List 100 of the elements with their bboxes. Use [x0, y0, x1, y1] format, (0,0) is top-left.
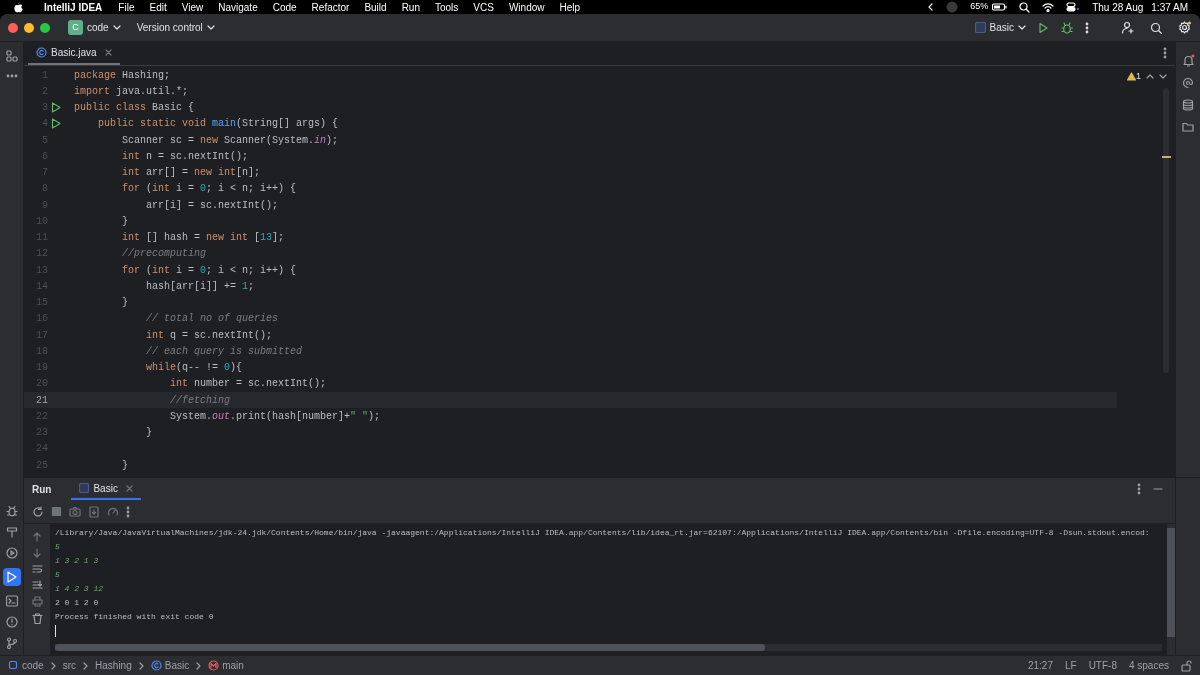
- breadcrumb[interactable]: src: [62, 658, 77, 673]
- menu-bar-time[interactable]: 1:37 AM: [1151, 0, 1188, 15]
- run-icon[interactable]: [1038, 21, 1049, 34]
- run-gutter-icon[interactable]: [51, 102, 61, 114]
- file-encoding[interactable]: UTF-8: [1088, 658, 1117, 673]
- code-line: public class Basic {: [74, 101, 195, 116]
- menu-item[interactable]: VCS: [473, 0, 494, 15]
- chevron-down-icon[interactable]: [1159, 73, 1167, 81]
- indent-setting[interactable]: 4 spaces: [1128, 658, 1169, 673]
- wifi-icon[interactable]: [1042, 2, 1055, 12]
- breadcrumb[interactable]: Hashing: [95, 658, 132, 673]
- console-line: 2 0 1 2 0: [55, 597, 100, 609]
- search-icon[interactable]: [1019, 1, 1031, 13]
- class-file-icon: [36, 47, 47, 58]
- code-line: for (int i = 0; i < n; i++) {: [121, 263, 297, 278]
- chevron-right-icon: [137, 661, 145, 670]
- menu-item[interactable]: Help: [559, 0, 581, 15]
- debug-icon[interactable]: [1061, 21, 1073, 34]
- services-icon[interactable]: [5, 547, 18, 559]
- database-icon[interactable]: [1182, 99, 1194, 111]
- run-config-selector[interactable]: Basic: [974, 20, 1026, 35]
- menu-item[interactable]: Tools: [435, 0, 459, 15]
- settings-icon[interactable]: [1178, 21, 1192, 34]
- arrow-up-icon[interactable]: [32, 532, 42, 542]
- soft-wrap-icon[interactable]: [31, 564, 43, 574]
- line-separator[interactable]: LF: [1064, 658, 1077, 673]
- chevron-down-icon: [206, 24, 215, 31]
- search-icon[interactable]: [1150, 21, 1162, 34]
- stop-icon[interactable]: [51, 506, 62, 517]
- run-tab[interactable]: Basic: [71, 478, 141, 500]
- vertical-scrollbar[interactable]: [1167, 528, 1175, 637]
- menu-item[interactable]: Window: [508, 0, 545, 15]
- menu-item[interactable]: Edit: [149, 0, 167, 15]
- more-vertical-icon[interactable]: [1137, 483, 1141, 495]
- problems-icon[interactable]: [5, 616, 18, 628]
- run-gutter-icon[interactable]: [51, 118, 61, 130]
- window-control[interactable]: [24, 22, 34, 33]
- vcs-selector[interactable]: Version control: [136, 20, 215, 35]
- camera-icon[interactable]: [69, 505, 81, 518]
- warning-icon: [1127, 72, 1136, 82]
- ai-assistant-icon[interactable]: [1182, 77, 1194, 89]
- notifications-icon[interactable]: [1181, 54, 1195, 67]
- scrollbar[interactable]: [1163, 87, 1169, 373]
- menu-item[interactable]: File: [118, 0, 135, 15]
- add-user-icon[interactable]: [1121, 21, 1134, 34]
- menu-bar-date[interactable]: Thu 28 Aug: [1092, 0, 1144, 15]
- editor-tab[interactable]: Basic.java: [28, 42, 120, 65]
- breadcrumb[interactable]: code: [8, 658, 44, 673]
- window-control[interactable]: [40, 22, 50, 33]
- close-icon[interactable]: [104, 49, 112, 56]
- project-selector[interactable]: code: [87, 20, 121, 35]
- export-icon[interactable]: [88, 505, 100, 518]
- more-vertical-icon[interactable]: [1085, 21, 1089, 34]
- code-line: int [] hash = new int [13];: [121, 231, 285, 246]
- trash-icon[interactable]: [31, 613, 43, 624]
- rerun-icon[interactable]: [32, 505, 44, 518]
- code-line: arr[i] = sc.nextInt();: [145, 198, 279, 213]
- horizontal-scrollbar[interactable]: [55, 644, 1162, 651]
- menu-item[interactable]: Build: [364, 0, 387, 15]
- caret-position-marker: [1161, 155, 1171, 158]
- code-line: //fetching: [169, 393, 231, 408]
- code-line: import java.util.*;: [74, 84, 189, 99]
- breadcrumb[interactable]: main: [208, 658, 244, 673]
- more-vertical-icon[interactable]: [126, 505, 130, 518]
- folder-icon[interactable]: [1182, 121, 1194, 133]
- scroll-to-end-icon[interactable]: [31, 580, 43, 590]
- control-center-icon[interactable]: [1066, 2, 1081, 12]
- chevron-up-icon[interactable]: [1146, 73, 1154, 81]
- terminal-icon[interactable]: [5, 595, 18, 607]
- code-line: }: [121, 296, 128, 311]
- bug-icon[interactable]: [5, 505, 18, 517]
- breadcrumb[interactable]: Basic: [150, 658, 190, 673]
- warning-count[interactable]: 1: [1127, 70, 1141, 84]
- window-control[interactable]: [8, 22, 18, 33]
- code-line: package Hashing;: [74, 68, 171, 83]
- menu-item[interactable]: Code: [272, 0, 297, 15]
- profiler-icon[interactable]: [107, 505, 119, 518]
- hammer-icon[interactable]: [5, 526, 18, 538]
- unlock-icon[interactable]: [1181, 659, 1192, 672]
- git-branch-icon[interactable]: [5, 637, 18, 649]
- console-line: /Library/Java/JavaVirtualMachines/jdk-24.jdk/Contents/Home/bin/java -javaagent:/Applications/IntelliJ IDEA.app/Contents/lib/idea_rt.jar=62107:/Applications/IntelliJ IDEA.app/Contents/bin -Dfile.encoding=UTF-8 -Dsun.stdout.encod:: [55, 527, 1151, 539]
- run-tool-button[interactable]: [2, 568, 21, 586]
- caret-position[interactable]: 21:27: [1027, 658, 1053, 673]
- more-vertical-icon[interactable]: [1163, 47, 1167, 59]
- chevron-down-icon: [1018, 24, 1026, 31]
- panel-title: Run: [32, 482, 52, 497]
- app-name-menu[interactable]: IntelliJ IDEA: [44, 0, 103, 15]
- menu-item[interactable]: Navigate: [218, 0, 258, 15]
- more-horizontal-icon[interactable]: [5, 74, 18, 78]
- code-line: Scanner sc = new Scanner(System.in);: [121, 133, 339, 148]
- menu-item[interactable]: Run: [401, 0, 420, 15]
- battery-icon[interactable]: [992, 3, 1008, 11]
- close-icon[interactable]: [125, 484, 133, 492]
- arrow-down-icon[interactable]: [32, 548, 42, 558]
- project-icon[interactable]: [5, 50, 18, 62]
- menu-item[interactable]: Refactor: [311, 0, 350, 15]
- chevron-left-icon[interactable]: [926, 2, 935, 12]
- apple-icon[interactable]: [12, 1, 24, 13]
- menu-item[interactable]: View: [181, 0, 204, 15]
- battery-percent: 65%: [970, 0, 989, 14]
